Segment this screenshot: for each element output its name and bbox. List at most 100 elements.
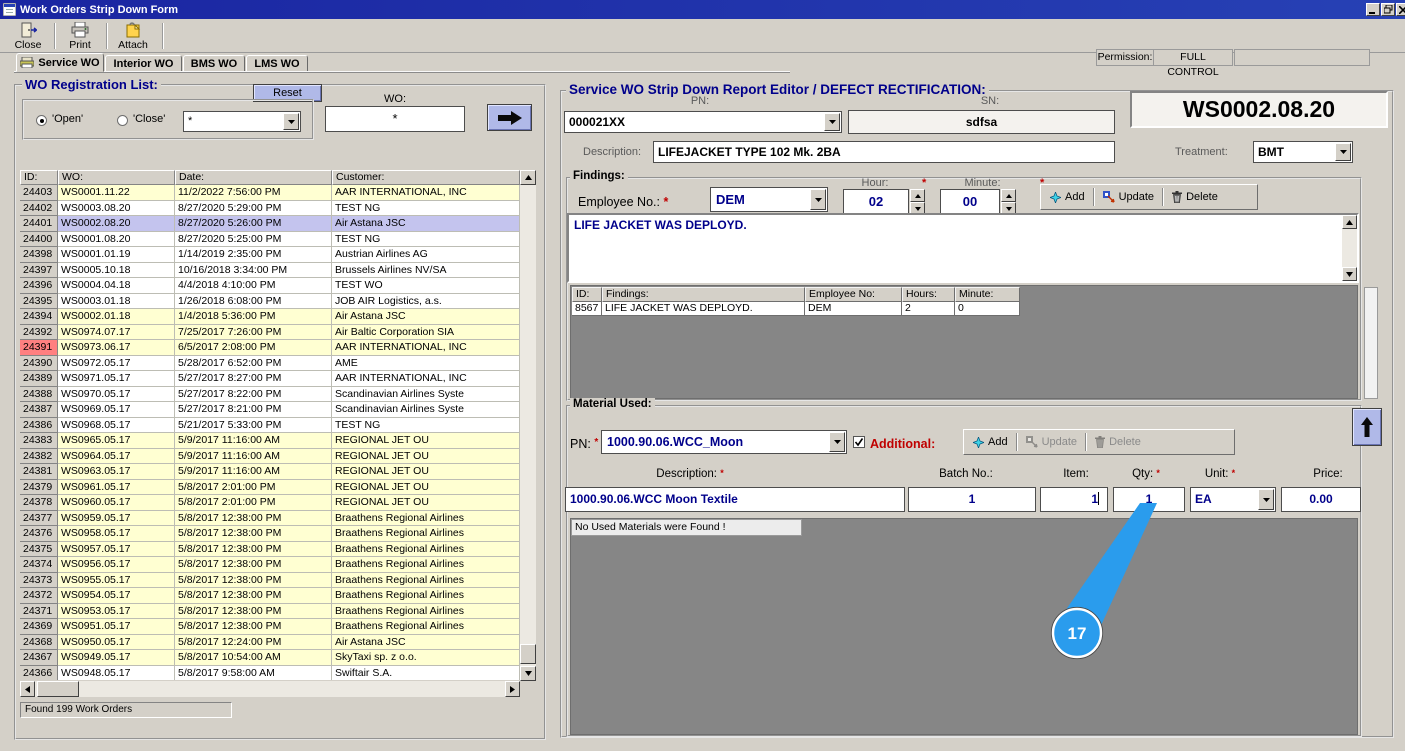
- table-row[interactable]: 24375WS0957.05.175/8/2017 12:38:00 PMBra…: [20, 542, 520, 558]
- wo-table-hscrollbar[interactable]: [20, 681, 520, 697]
- chevron-down-icon[interactable]: [1258, 489, 1274, 510]
- wo-table-vscrollbar[interactable]: [520, 170, 536, 681]
- material-add-button[interactable]: Add: [967, 432, 1014, 452]
- scroll-up-icon[interactable]: [520, 170, 536, 185]
- table-row[interactable]: 24368WS0950.05.175/8/2017 12:24:00 PMAir…: [20, 635, 520, 651]
- scroll-right-icon[interactable]: [505, 681, 520, 697]
- tab-lms-wo[interactable]: LMS WO: [246, 55, 308, 72]
- material-delete-button[interactable]: Delete: [1089, 432, 1147, 452]
- scroll-thumb[interactable]: [520, 644, 536, 664]
- column-header[interactable]: WO:: [58, 170, 175, 185]
- findings-delete-button[interactable]: Delete: [1166, 187, 1224, 207]
- hour-spinner-value[interactable]: 02: [843, 189, 909, 215]
- pn-dropdown[interactable]: 000021XX: [564, 111, 842, 133]
- table-row[interactable]: 24401WS0002.08.208/27/2020 5:26:00 PMAir…: [20, 216, 520, 232]
- chevron-down-icon[interactable]: [1335, 143, 1351, 161]
- table-row[interactable]: 24395WS0003.01.181/26/2018 6:08:00 PMJOB…: [20, 294, 520, 310]
- table-row[interactable]: 24394WS0002.01.181/4/2018 5:36:00 PMAir …: [20, 309, 520, 325]
- column-header[interactable]: Customer:: [332, 170, 520, 185]
- column-header[interactable]: Employee No:: [805, 287, 902, 302]
- table-row[interactable]: 24398WS0001.01.191/14/2019 2:35:00 PMAus…: [20, 247, 520, 263]
- close-button[interactable]: Close: [5, 21, 51, 51]
- column-header[interactable]: Date:: [175, 170, 332, 185]
- table-row[interactable]: 24369WS0951.05.175/8/2017 12:38:00 PMBra…: [20, 619, 520, 635]
- treatment-dropdown[interactable]: BMT: [1253, 141, 1353, 163]
- table-row[interactable]: 24373WS0955.05.175/8/2017 12:38:00 PMBra…: [20, 573, 520, 589]
- findings-grid-scroll-strip[interactable]: [1364, 287, 1378, 399]
- tab-interior-wo[interactable]: Interior WO: [105, 55, 182, 72]
- radio-close[interactable]: [117, 115, 128, 126]
- sn-field[interactable]: sdfsa: [848, 110, 1115, 134]
- material-item-field[interactable]: 1: [1040, 487, 1108, 512]
- table-row[interactable]: 24371WS0953.05.175/8/2017 12:38:00 PMBra…: [20, 604, 520, 620]
- table-row[interactable]: 24379WS0961.05.175/8/2017 2:01:00 PMREGI…: [20, 480, 520, 496]
- wo-search-input[interactable]: *: [325, 106, 465, 132]
- chevron-down-icon[interactable]: [829, 432, 845, 452]
- table-row[interactable]: 8567LIFE JACKET WAS DEPLOYD.DEM20: [572, 302, 1020, 316]
- chevron-down-icon[interactable]: [283, 113, 299, 130]
- note-vscrollbar[interactable]: [1342, 215, 1357, 281]
- column-header[interactable]: Findings:: [602, 287, 805, 302]
- table-row[interactable]: 24367WS0949.05.175/8/2017 10:54:00 AMSky…: [20, 650, 520, 666]
- column-header[interactable]: Hours:: [902, 287, 955, 302]
- table-row[interactable]: 24372WS0954.05.175/8/2017 12:38:00 PMBra…: [20, 588, 520, 604]
- table-row[interactable]: 24396WS0004.04.184/4/2018 4:10:00 PMTEST…: [20, 278, 520, 294]
- table-row[interactable]: 24397WS0005.10.1810/16/2018 3:34:00 PMBr…: [20, 263, 520, 279]
- attach-button[interactable]: Attach: [110, 21, 156, 51]
- scroll-left-icon[interactable]: [20, 681, 35, 697]
- print-button[interactable]: Print: [57, 21, 103, 51]
- description-field[interactable]: LIFEJACKET TYPE 102 Mk. 2BA: [653, 141, 1115, 163]
- findings-add-button[interactable]: Add: [1044, 187, 1091, 207]
- material-unit-dropdown[interactable]: EA: [1190, 487, 1276, 512]
- minute-spinner-value[interactable]: 00: [940, 189, 1000, 215]
- radio-open[interactable]: [36, 115, 47, 126]
- table-row[interactable]: 24389WS0971.05.175/27/2017 8:27:00 PMAAR…: [20, 371, 520, 387]
- employee-no-dropdown[interactable]: DEM: [710, 187, 828, 212]
- scroll-down-icon[interactable]: [1342, 267, 1357, 281]
- column-header[interactable]: Minute:: [955, 287, 1020, 302]
- table-row[interactable]: 24381WS0963.05.175/9/2017 11:16:00 AMREG…: [20, 464, 520, 480]
- table-row[interactable]: 24382WS0964.05.175/9/2017 11:16:00 AMREG…: [20, 449, 520, 465]
- material-scroll-up-button[interactable]: [1352, 408, 1382, 446]
- restore-button[interactable]: [1381, 3, 1395, 16]
- minimize-button[interactable]: [1366, 3, 1380, 16]
- spin-up-icon[interactable]: [910, 189, 925, 202]
- filter-dropdown[interactable]: *: [183, 111, 301, 132]
- material-description-field[interactable]: 1000.90.06.WCC Moon Textile: [565, 487, 905, 512]
- findings-note-textarea[interactable]: LIFE JACKET WAS DEPLOYD.: [567, 213, 1359, 283]
- table-row[interactable]: 24392WS0974.07.177/25/2017 7:26:00 PMAir…: [20, 325, 520, 341]
- table-row[interactable]: 24387WS0969.05.175/27/2017 8:21:00 PMSca…: [20, 402, 520, 418]
- spin-up-icon[interactable]: [1001, 189, 1016, 202]
- table-row[interactable]: 24390WS0972.05.175/28/2017 6:52:00 PMAME: [20, 356, 520, 372]
- table-row[interactable]: 24383WS0965.05.175/9/2017 11:16:00 AMREG…: [20, 433, 520, 449]
- table-row[interactable]: 24376WS0958.05.175/8/2017 12:38:00 PMBra…: [20, 526, 520, 542]
- material-batch-field[interactable]: 1: [908, 487, 1036, 512]
- table-row[interactable]: 24388WS0970.05.175/27/2017 8:22:00 PMSca…: [20, 387, 520, 403]
- chevron-down-icon[interactable]: [824, 113, 840, 131]
- tab-bms-wo[interactable]: BMS WO: [183, 55, 245, 72]
- material-price-field[interactable]: 0.00: [1281, 487, 1361, 512]
- table-row[interactable]: 24403WS0001.11.2211/2/2022 7:56:00 PMAAR…: [20, 185, 520, 201]
- minute-spinner[interactable]: [1001, 189, 1016, 215]
- column-header[interactable]: ID:: [20, 170, 58, 185]
- material-update-button[interactable]: Update: [1020, 432, 1083, 452]
- table-row[interactable]: 24378WS0960.05.175/8/2017 2:01:00 PMREGI…: [20, 495, 520, 511]
- table-row[interactable]: 24374WS0956.05.175/8/2017 12:38:00 PMBra…: [20, 557, 520, 573]
- hour-spinner[interactable]: [910, 189, 925, 215]
- wo-go-button[interactable]: [487, 104, 532, 131]
- tab-service-wo[interactable]: Service WO: [16, 53, 104, 72]
- scroll-up-icon[interactable]: [1342, 215, 1357, 229]
- scroll-thumb[interactable]: [37, 681, 79, 697]
- additional-checkbox[interactable]: [853, 436, 865, 448]
- column-header[interactable]: ID:: [572, 287, 602, 302]
- table-row[interactable]: 24391WS0973.06.176/5/2017 2:08:00 PMAAR …: [20, 340, 520, 356]
- table-row[interactable]: 24386WS0968.05.175/21/2017 5:33:00 PMTES…: [20, 418, 520, 434]
- scroll-down-icon[interactable]: [520, 666, 536, 681]
- table-row[interactable]: 24366WS0948.05.175/8/2017 9:58:00 AMSwif…: [20, 666, 520, 681]
- material-pn-dropdown[interactable]: 1000.90.06.WCC_Moon: [601, 430, 847, 454]
- material-qty-field[interactable]: 1: [1113, 487, 1185, 512]
- findings-update-button[interactable]: Update: [1097, 187, 1160, 207]
- table-row[interactable]: 24377WS0959.05.175/8/2017 12:38:00 PMBra…: [20, 511, 520, 527]
- close-window-button[interactable]: [1396, 3, 1405, 16]
- chevron-down-icon[interactable]: [810, 189, 826, 210]
